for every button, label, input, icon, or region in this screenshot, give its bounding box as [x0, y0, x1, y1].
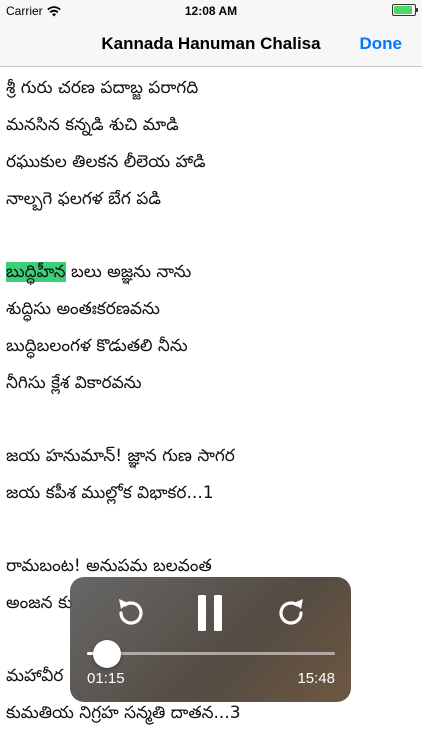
status-time: 12:08 AM — [184, 4, 238, 18]
rewind-icon[interactable] — [108, 591, 152, 635]
elapsed-time: 01:15 — [87, 670, 125, 687]
stanza-gap — [6, 402, 416, 438]
done-button[interactable]: Done — [360, 34, 403, 54]
status-right — [388, 4, 418, 16]
lyric-line: నాల్బగె ఫలగళ బేగ పడి — [6, 189, 161, 209]
lyric-line: శుద్ధిసు అంతఃకరణవను — [6, 299, 160, 319]
lyric-line: శ్రీ గురు చరణ పదాబ్జ పరాగది — [6, 78, 199, 98]
lyric-line: జయ కపీశ ముల్లోక విభాకర...1 — [6, 483, 214, 503]
current-word-highlight: బుద్ధిహీన — [6, 262, 66, 282]
lyric-line: నీగిసు క్లేశ వికారవను — [6, 373, 142, 393]
stanza-gap — [6, 218, 416, 254]
total-time: 15:48 — [297, 670, 335, 687]
lyric-line: బుద్ధిబలంగళ కొడుతలి నీను — [6, 336, 188, 356]
progress-slider-thumb[interactable] — [92, 640, 121, 668]
navigation-bar: Kannada Hanuman Chalisa Done — [0, 22, 422, 67]
pause-icon[interactable] — [188, 591, 232, 635]
battery-icon — [392, 4, 418, 16]
status-bar: Carrier 12:08 AM — [0, 0, 422, 22]
progress-track[interactable] — [87, 652, 335, 655]
stanza-gap — [6, 512, 416, 548]
lyric-line: మనసిన కన్నడి శుచి మాడి — [6, 115, 179, 135]
audio-player: 01:15 15:48 — [70, 577, 351, 702]
lyric-line-rest: బలు అజ్ఞను నాను — [65, 262, 192, 282]
lyric-line-current: బుద్ధిహీన బలు అజ్ఞను నాను — [6, 254, 416, 291]
lyric-line: జయ హనుమాన్! జ్ఞాన గుణ సాగర — [6, 446, 235, 466]
lyric-line: రఘుకుల తిలకన లీలెయ హాడి — [6, 152, 206, 172]
forward-icon[interactable] — [270, 591, 314, 635]
